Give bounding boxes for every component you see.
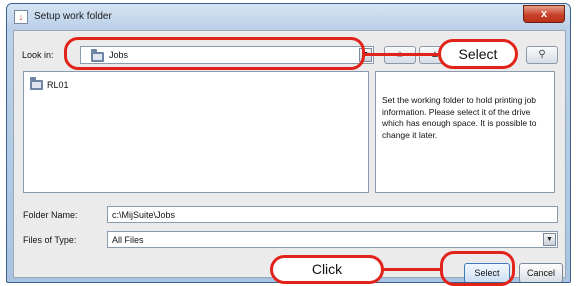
files-of-type-label: Files of Type: <box>23 235 77 245</box>
select-connector <box>362 53 440 56</box>
description-text: Set the working folder to hold printing … <box>382 95 537 140</box>
window-title: Setup work folder <box>34 11 112 22</box>
title-bar: ↓ Setup work folder x <box>7 4 570 30</box>
folder-name-field[interactable]: c:\MijSuite\Jobs <box>107 206 558 223</box>
close-button[interactable]: x <box>523 5 565 23</box>
folder-name-label: Folder Name: <box>23 210 78 220</box>
description-panel: Set the working folder to hold printing … <box>375 71 555 193</box>
file-name: RL01 <box>47 79 69 90</box>
select-callout: Select <box>438 39 518 69</box>
list-item[interactable]: RL01 <box>30 76 69 90</box>
chevron-down-icon[interactable]: ▼ <box>543 233 556 246</box>
select-button-highlight <box>440 251 515 286</box>
look-in-label: Look in: <box>22 50 54 60</box>
search-button[interactable]: ⚲ <box>526 46 558 64</box>
look-in-highlight <box>64 37 365 70</box>
files-of-type-value: All Files <box>112 235 144 245</box>
file-list[interactable]: RL01 <box>23 71 369 193</box>
folder-icon <box>30 76 43 90</box>
click-connector <box>382 268 442 271</box>
cancel-button[interactable]: Cancel <box>519 263 563 282</box>
click-callout: Click <box>270 255 384 284</box>
app-icon: ↓ <box>14 10 28 24</box>
files-of-type-combo[interactable]: All Files ▼ <box>107 231 558 248</box>
